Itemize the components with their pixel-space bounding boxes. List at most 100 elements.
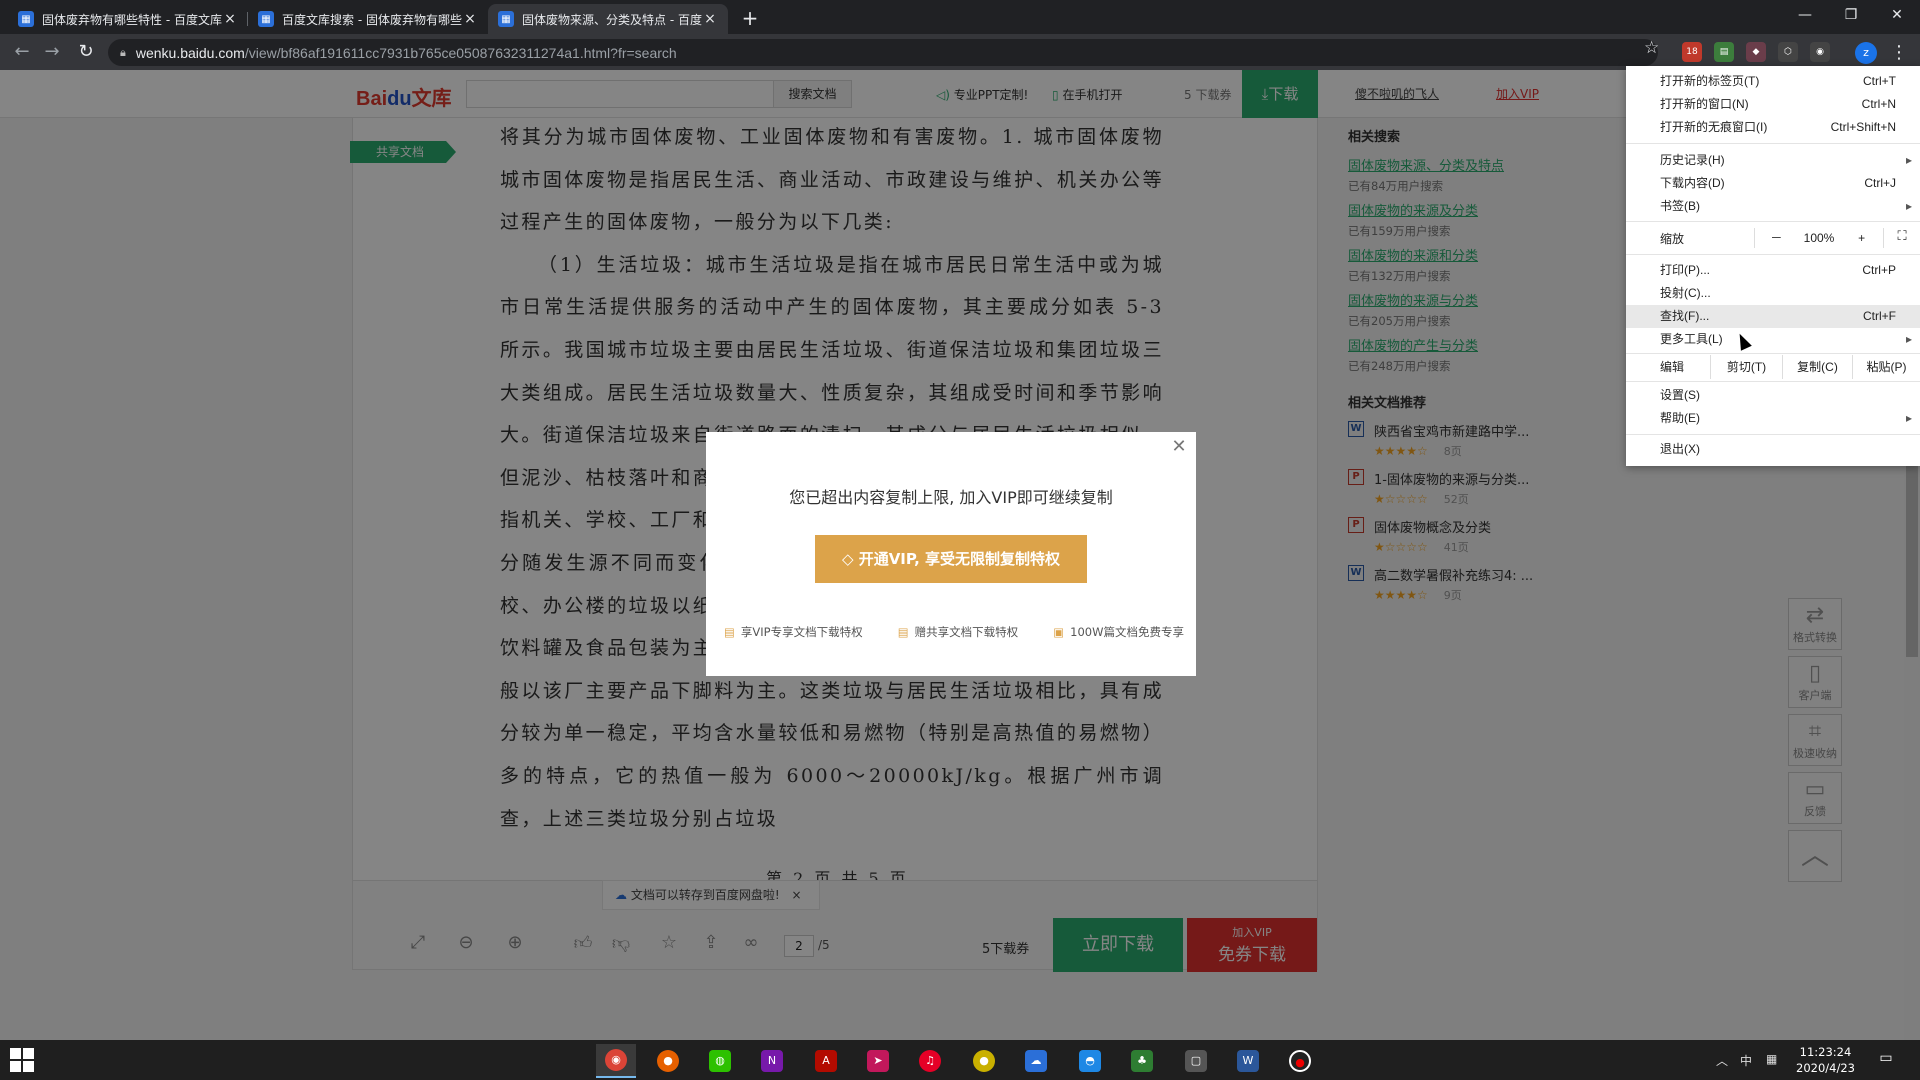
menu-divider: [1626, 434, 1920, 435]
new-tab-button[interactable]: +: [738, 7, 762, 31]
taskbar-word[interactable]: W: [1228, 1044, 1268, 1078]
menu-label: 更多工具(L): [1660, 332, 1723, 346]
extension-badge-icon[interactable]: 18: [1682, 42, 1702, 62]
zoom-in-button[interactable]: +: [1840, 228, 1883, 248]
taskbar-netease-music[interactable]: ♫: [910, 1044, 950, 1078]
zoom-out-button[interactable]: －: [1755, 228, 1798, 248]
menu-cast[interactable]: 投射(C)...: [1626, 282, 1920, 305]
menu-label: 查找(F)...: [1660, 309, 1710, 323]
address-bar[interactable]: 🔒︎ wenku.baidu.com/view/bf86af191611cc79…: [108, 39, 1658, 66]
menu-zoom-row: 缩放 － 100% + ⛶: [1626, 224, 1920, 252]
tab-title: 固体废弃物有哪些特性 - 百度文库: [42, 12, 222, 27]
record-icon: ●: [1289, 1050, 1311, 1072]
taskbar-wechat[interactable]: ◍: [700, 1044, 740, 1078]
menu-new-incognito[interactable]: 打开新的无痕窗口(I) Ctrl+Shift+N: [1626, 116, 1920, 139]
menu-label: 书签(B): [1660, 199, 1700, 213]
close-window-icon[interactable]: ✕: [1874, 0, 1920, 30]
menu-shortcut: Ctrl+F: [1863, 309, 1896, 323]
zoom-label: 缩放: [1660, 232, 1685, 246]
menu-find[interactable]: 查找(F)... Ctrl+F: [1626, 305, 1920, 328]
reload-icon[interactable]: ↻: [74, 40, 98, 64]
back-arrow-icon[interactable]: ←: [10, 40, 34, 64]
profile-initial: z: [1863, 46, 1869, 59]
taskbar-baidu-netdisk[interactable]: ☁: [1016, 1044, 1056, 1078]
taskbar-qq[interactable]: ◓: [1070, 1044, 1110, 1078]
taskbar-acrobat[interactable]: A: [806, 1044, 846, 1078]
onenote-icon: N: [761, 1050, 783, 1072]
extension-cube-icon[interactable]: ⬡: [1778, 42, 1798, 62]
close-tab-icon[interactable]: ×: [462, 11, 478, 27]
tab-1[interactable]: ▦ 固体废弃物有哪些特性 - 百度文库 ×: [8, 4, 248, 34]
taskbar-app-window[interactable]: ▢: [1176, 1044, 1216, 1078]
close-tab-icon[interactable]: ×: [222, 11, 238, 27]
menu-label: 打印(P)...: [1660, 263, 1710, 277]
tab-3-active[interactable]: ▦ 固体废物来源、分类及特点 - 百度 ×: [488, 4, 728, 34]
url-host: wenku.baidu.com: [135, 44, 245, 61]
menu-downloads[interactable]: 下载内容(D) Ctrl+J: [1626, 172, 1920, 195]
menu-new-window[interactable]: 打开新的窗口(N) Ctrl+N: [1626, 93, 1920, 116]
paste-button[interactable]: 粘贴(P): [1852, 355, 1920, 379]
tab-title: 百度文库搜索 - 固体废弃物有哪些: [282, 12, 462, 27]
start-pane: [23, 1061, 34, 1072]
cut-button[interactable]: 剪切(T): [1710, 355, 1782, 379]
fullscreen-icon[interactable]: ⛶: [1888, 228, 1916, 244]
extension-list-icon[interactable]: ▤: [1714, 42, 1734, 62]
app-icon: ●: [973, 1050, 995, 1072]
taskbar-app-yellow[interactable]: ●: [964, 1044, 1004, 1078]
taskbar-onenote[interactable]: N: [752, 1044, 792, 1078]
forward-arrow-icon[interactable]: →: [40, 40, 64, 64]
browser-toolbar: ← → ↻ 🔒︎ wenku.baidu.com/view/bf86af1916…: [0, 34, 1920, 70]
extension-cat-icon[interactable]: ◆: [1746, 42, 1766, 62]
system-clock[interactable]: 11:23:24 2020/4/23: [1796, 1044, 1855, 1076]
music-icon: ♫: [919, 1050, 941, 1072]
document-perk-icon: ▤: [897, 625, 909, 639]
menu-help[interactable]: 帮助(E) ▸: [1626, 407, 1920, 430]
menu-exit[interactable]: 退出(X): [1626, 438, 1920, 461]
menu-divider: [1626, 143, 1920, 144]
menu-bookmarks[interactable]: 书签(B) ▸: [1626, 195, 1920, 218]
ime-indicator[interactable]: 中: [1740, 1052, 1752, 1069]
menu-settings[interactable]: 设置(S): [1626, 384, 1920, 407]
notification-icon[interactable]: ▭: [1876, 1050, 1896, 1070]
extension-chat-icon[interactable]: ◉: [1810, 42, 1830, 62]
perk-item: ▤ 享VIP专享文档下载特权: [724, 624, 863, 640]
menu-edit-row: 编辑 剪切(T) 复制(C) 粘贴(P): [1626, 355, 1920, 379]
menu-label: 投射(C)...: [1660, 286, 1711, 300]
copy-button[interactable]: 复制(C): [1782, 355, 1852, 379]
taskbar-recorder[interactable]: ●: [1280, 1044, 1320, 1078]
tab-strip: ▦ 固体废弃物有哪些特性 - 百度文库 × ▦ 百度文库搜索 - 固体废弃物有哪…: [0, 0, 1920, 34]
tab-title: 固体废物来源、分类及特点 - 百度: [522, 12, 702, 27]
windows-start-icon[interactable]: [10, 1048, 34, 1072]
submenu-arrow-icon: ▸: [1905, 411, 1912, 425]
perk-item: ▣ 100W篇文档免费专享: [1053, 624, 1184, 640]
diamond-icon: ◇: [841, 550, 859, 568]
submenu-arrow-icon: ▸: [1905, 332, 1912, 346]
paper-plane-icon: ➤: [867, 1050, 889, 1072]
menu-shortcut: Ctrl+P: [1862, 263, 1896, 277]
menu-label: 打开新的窗口(N): [1660, 97, 1749, 111]
open-vip-button[interactable]: ◇ 开通VIP, 享受无限制复制特权: [815, 535, 1087, 583]
tray-chevron-up-icon[interactable]: ︿: [1716, 1052, 1728, 1069]
menu-new-tab[interactable]: 打开新的标签页(T) Ctrl+T: [1626, 70, 1920, 93]
profile-avatar[interactable]: z: [1855, 42, 1877, 64]
minimize-window-icon[interactable]: —: [1782, 0, 1828, 30]
taskbar-firefox[interactable]: ●: [648, 1044, 688, 1078]
taskbar-feishu[interactable]: ➤: [858, 1044, 898, 1078]
close-dialog-icon[interactable]: ✕: [1168, 436, 1190, 458]
keyboard-icon[interactable]: ▦: [1766, 1052, 1777, 1066]
bookmark-star-icon[interactable]: ☆: [1644, 38, 1659, 58]
restore-window-icon[interactable]: ❐: [1828, 0, 1874, 30]
close-tab-icon[interactable]: ×: [702, 11, 718, 27]
menu-history[interactable]: 历史记录(H) ▸: [1626, 149, 1920, 172]
chrome-menu-kebab-icon[interactable]: ⋮: [1890, 40, 1908, 66]
menu-label: 打开新的标签页(T): [1660, 74, 1760, 88]
pdf-reader-icon: A: [815, 1050, 837, 1072]
menu-more-tools[interactable]: 更多工具(L) ▸: [1626, 328, 1920, 351]
menu-print[interactable]: 打印(P)... Ctrl+P: [1626, 259, 1920, 282]
taskbar-app-plant[interactable]: ♣: [1122, 1044, 1162, 1078]
start-pane: [10, 1061, 21, 1072]
taskbar-chrome[interactable]: ◉: [596, 1044, 636, 1078]
tab-2[interactable]: ▦ 百度文库搜索 - 固体废弃物有哪些 ×: [248, 4, 488, 34]
menu-divider: [1626, 221, 1920, 222]
baidu-wenku-favicon-icon: ▦: [18, 11, 34, 27]
